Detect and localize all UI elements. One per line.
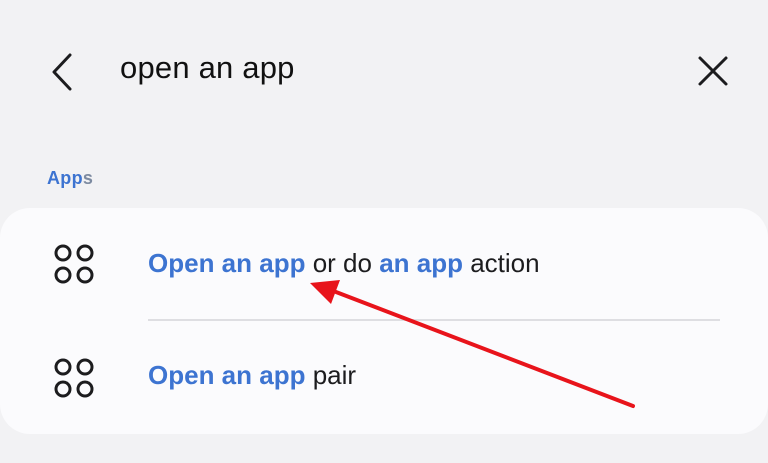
result-open-app-pair[interactable]: Open an app pair [0,322,768,434]
apps-grid-icon [54,358,94,398]
search-header: open an app [0,0,768,140]
section-label-rest: s [82,168,94,188]
apps-grid-icon [54,244,94,284]
search-query-text[interactable]: open an app [120,50,295,86]
results-card: Open an app or do an app action Open an … [0,208,768,434]
result-open-app-action[interactable]: Open an app or do an app action [0,208,768,321]
result-label: Open an app or do an app action [148,248,540,279]
label-text: action [462,248,540,278]
divider [148,319,720,321]
match-highlight: Open an app [148,360,306,390]
section-label-highlight: App [47,168,83,188]
match-highlight: Open an app [148,248,306,278]
section-label-apps: Apps [47,168,93,189]
label-text: pair [305,360,357,390]
label-text: or do [305,248,380,278]
match-highlight: an app [379,248,463,278]
clear-search-button[interactable] [690,48,736,94]
back-button[interactable] [40,46,84,98]
close-icon [698,56,728,86]
chevron-left-icon [52,53,72,91]
result-label: Open an app pair [148,360,356,391]
